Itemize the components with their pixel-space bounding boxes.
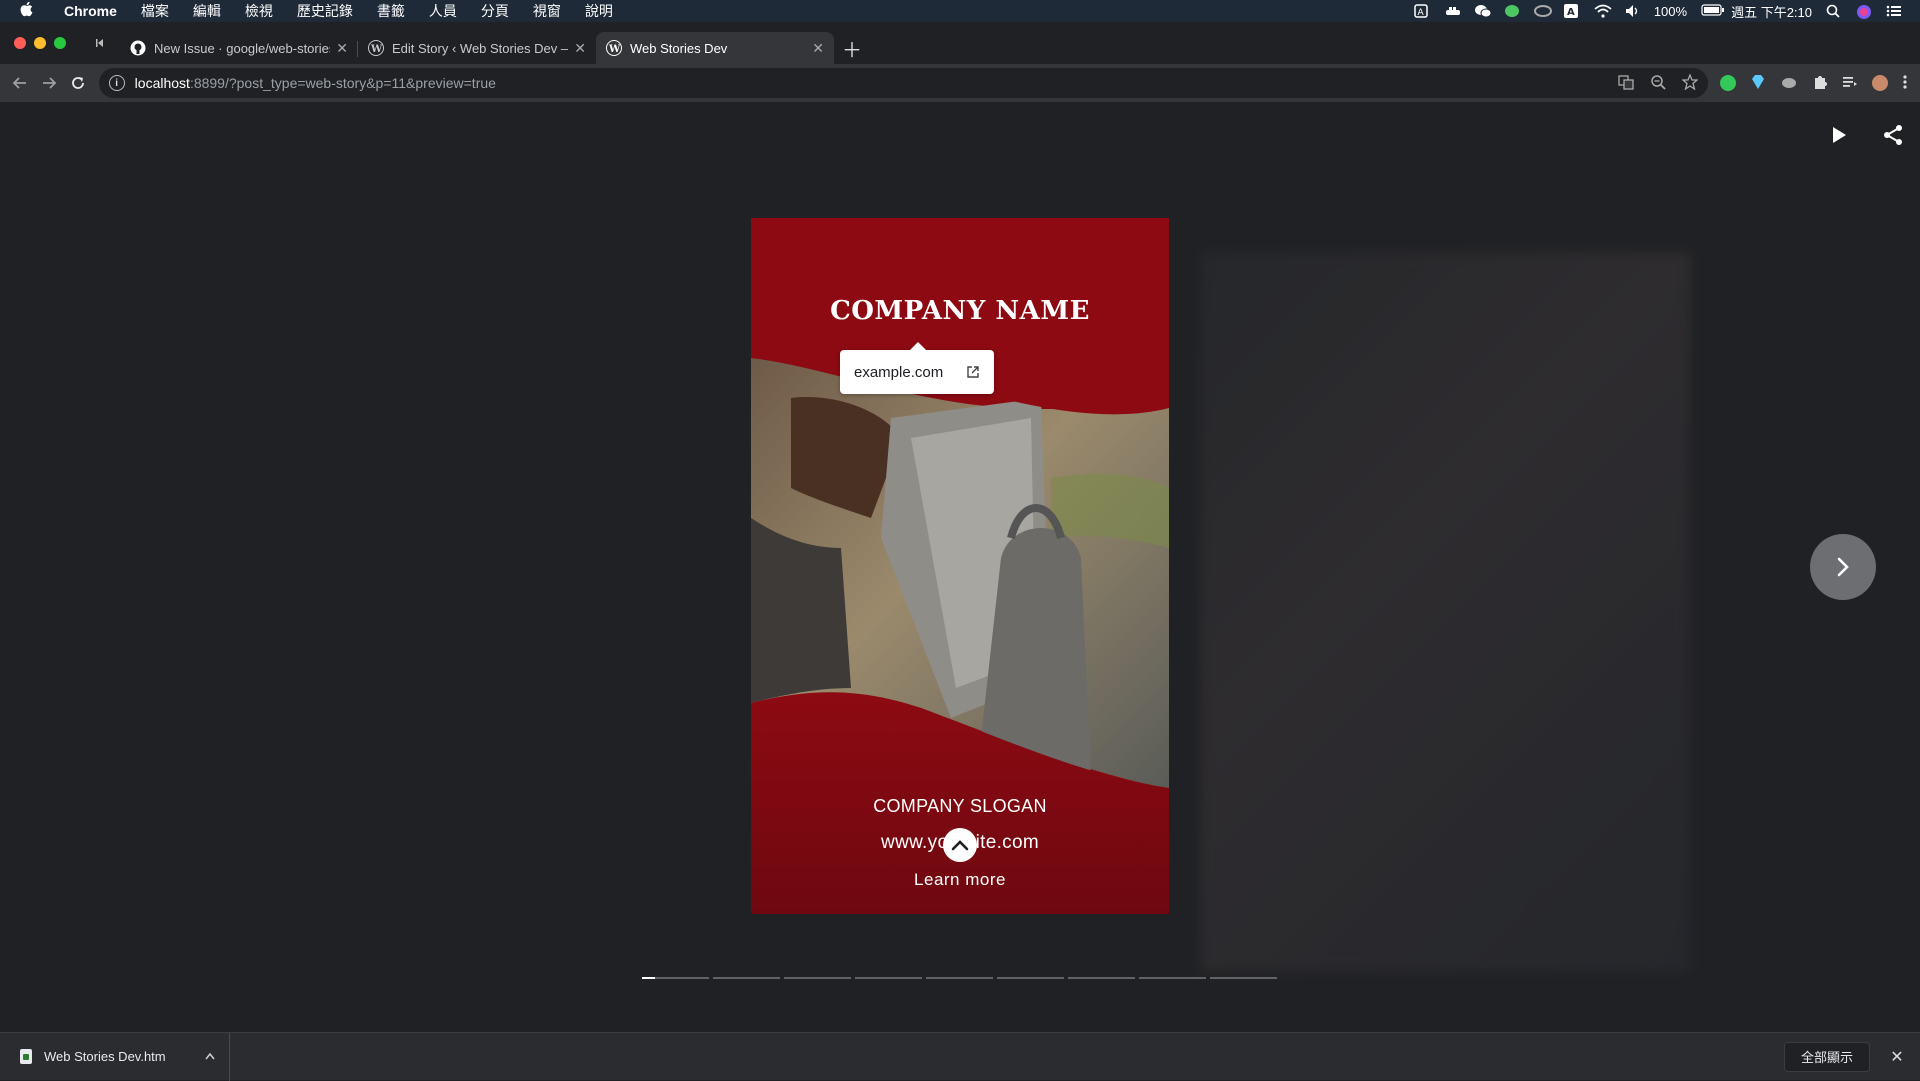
share-icon[interactable]	[1878, 120, 1908, 150]
menu-bookmarks[interactable]: 書籤	[365, 1, 417, 21]
siri-icon[interactable]	[1856, 4, 1872, 19]
menu-edit[interactable]: 編輯	[181, 1, 233, 21]
docker-icon[interactable]	[1444, 4, 1460, 18]
extension-cloud-icon[interactable]	[1780, 74, 1798, 93]
external-link-icon	[966, 365, 980, 379]
mac-menu-bar: Chrome 檔案 編輯 檢視 歷史記錄 書籤 人員 分頁 視窗 說明 A A …	[0, 0, 1920, 22]
close-tab-icon[interactable]: ✕	[812, 40, 824, 57]
back-button[interactable]	[6, 67, 35, 99]
extensions-puzzle-icon[interactable]	[1812, 74, 1828, 93]
tooltip-link-text: example.com	[854, 363, 944, 381]
menu-help[interactable]: 說明	[573, 1, 625, 21]
address-bar[interactable]: i localhost:8899/?post_type=web-story&p=…	[98, 68, 1708, 98]
menu-people[interactable]: 人員	[417, 1, 469, 21]
translate-icon[interactable]	[1618, 74, 1634, 93]
download-item[interactable]: Web Stories Dev.htm	[0, 1032, 230, 1081]
input-method-icon[interactable]: A	[1414, 4, 1430, 18]
story-progress-bar	[642, 977, 1277, 979]
media-queue-icon[interactable]	[1842, 74, 1858, 93]
browser-toolbar: i localhost:8899/?post_type=web-story&p=…	[0, 64, 1920, 102]
line-icon[interactable]	[1504, 4, 1520, 18]
url-host: localhost	[134, 75, 190, 91]
forward-button[interactable]	[35, 67, 64, 99]
progress-segment	[642, 977, 709, 979]
menubar-clock[interactable]: 週五 下午2:10	[1731, 2, 1812, 21]
svg-text:W: W	[370, 44, 382, 54]
tab-title: New Issue · google/web-stories	[154, 40, 331, 56]
wordpress-icon: W	[606, 40, 622, 56]
close-download-shelf-icon[interactable]: ✕	[1882, 1047, 1912, 1067]
progress-segment	[713, 977, 780, 979]
svg-text:A: A	[1417, 8, 1424, 18]
github-icon	[130, 40, 146, 56]
site-info-icon[interactable]: i	[108, 75, 125, 91]
minimize-window-button[interactable]	[34, 37, 46, 49]
link-tooltip[interactable]: example.com	[840, 342, 994, 394]
maximize-window-button[interactable]	[54, 37, 66, 49]
progress-segment	[997, 977, 1064, 979]
tab-strip: New Issue · google/web-stories ✕ W Edit …	[0, 22, 1920, 64]
story-viewer: COMPANY NAME example.com COMPANY SLOGAN …	[0, 102, 1920, 1032]
creative-cloud-icon[interactable]	[1533, 4, 1552, 18]
progress-segment	[1139, 977, 1206, 979]
chevron-up-icon[interactable]	[205, 1051, 215, 1063]
chevron-up-icon[interactable]	[943, 828, 977, 862]
battery-percent: 100%	[1653, 3, 1688, 19]
tab-edit-story[interactable]: W Edit Story ‹ Web Stories Dev — WordPre…	[358, 32, 596, 64]
story-page[interactable]: COMPANY NAME example.com COMPANY SLOGAN …	[751, 218, 1169, 914]
volume-icon[interactable]	[1624, 4, 1640, 18]
tab-new-issue[interactable]: New Issue · google/web-stories ✕	[120, 32, 358, 64]
progress-segment	[784, 977, 851, 979]
show-all-downloads-button[interactable]: 全部顯示	[1783, 1041, 1870, 1072]
url-path: :8899/?post_type=web-story&p=11&preview=…	[189, 75, 496, 91]
zoom-icon[interactable]	[1650, 74, 1666, 93]
svg-text:A: A	[1567, 7, 1575, 18]
close-tab-icon[interactable]: ✕	[336, 40, 348, 57]
tab-title: Web Stories Dev	[630, 40, 728, 56]
play-icon[interactable]	[1824, 120, 1854, 150]
battery-icon[interactable]	[1701, 4, 1725, 18]
menu-history[interactable]: 歷史記錄	[285, 1, 365, 21]
company-slogan: COMPANY SLOGAN	[873, 796, 1047, 816]
tab-title: Edit Story ‹ Web Stories Dev — WordPress	[392, 40, 568, 56]
keyboard-a-icon[interactable]: A	[1563, 4, 1580, 18]
chrome-menu-icon[interactable]	[1902, 74, 1908, 93]
company-name-heading: COMPANY NAME	[830, 296, 1090, 326]
wifi-icon[interactable]	[1594, 4, 1612, 18]
wordpress-icon: W	[368, 40, 384, 56]
progress-segment	[855, 977, 922, 979]
bookmark-star-icon[interactable]	[1681, 72, 1699, 93]
profile-avatar[interactable]	[1871, 75, 1888, 91]
spotlight-search-icon[interactable]	[1826, 4, 1842, 18]
progress-fill	[642, 977, 656, 979]
download-file-name: Web Stories Dev.htm	[44, 1049, 166, 1064]
next-page-preview	[1200, 252, 1690, 972]
tab-web-stories-dev[interactable]: W Web Stories Dev ✕	[596, 32, 834, 64]
close-tab-icon[interactable]: ✕	[574, 40, 586, 57]
svg-text:W: W	[608, 44, 620, 54]
apple-menu-icon[interactable]	[0, 1, 52, 21]
notification-center-icon[interactable]	[1886, 4, 1902, 18]
menu-tab[interactable]: 分頁	[469, 1, 521, 21]
download-shelf: Web Stories Dev.htm 全部顯示 ✕	[0, 1032, 1920, 1081]
menu-file[interactable]: 檔案	[129, 1, 181, 21]
reload-button[interactable]	[64, 67, 93, 99]
learn-more-link[interactable]: Learn more	[751, 870, 1169, 890]
progress-segment	[926, 977, 993, 979]
html-file-icon	[20, 1049, 32, 1064]
new-tab-button[interactable]: ＋	[834, 32, 870, 64]
progress-segment	[1210, 977, 1277, 979]
close-window-button[interactable]	[14, 37, 26, 49]
extension-diamond-icon[interactable]	[1750, 74, 1766, 93]
menu-chrome[interactable]: Chrome	[52, 3, 129, 19]
menu-window[interactable]: 視窗	[521, 1, 573, 21]
extension-green-icon[interactable]	[1719, 75, 1736, 91]
tab-search-back-icon[interactable]	[80, 22, 120, 64]
next-page-button[interactable]	[1810, 534, 1876, 600]
window-controls	[0, 22, 80, 64]
progress-segment	[1068, 977, 1135, 979]
wechat-icon[interactable]	[1474, 4, 1492, 18]
menu-view[interactable]: 檢視	[233, 1, 285, 21]
